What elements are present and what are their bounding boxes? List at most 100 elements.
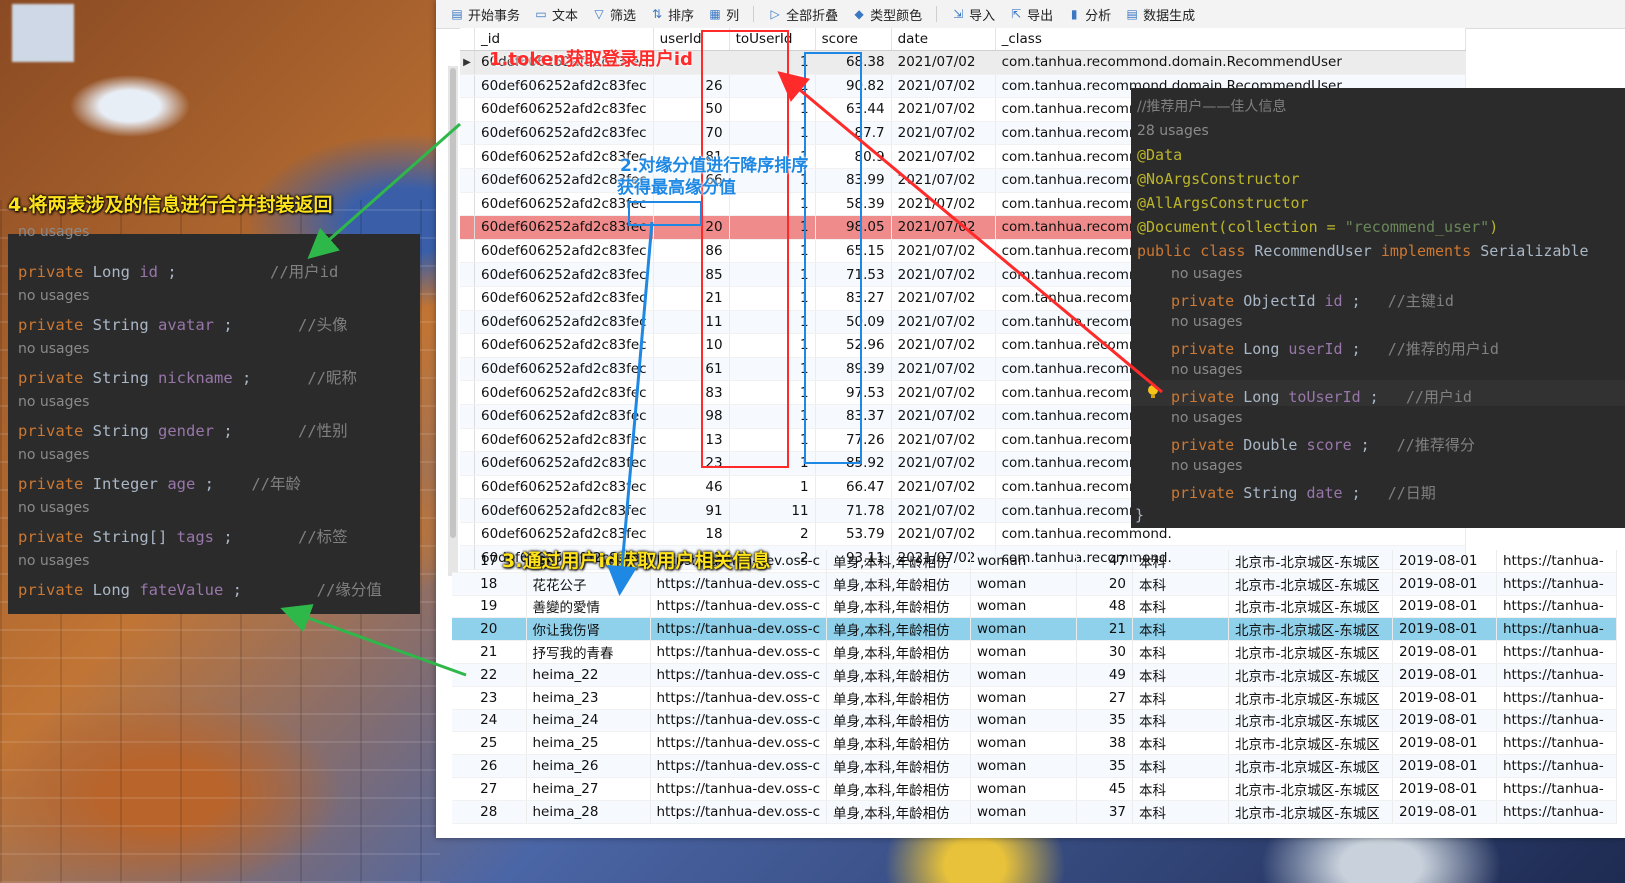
table-cell[interactable]: 60def606252afd2c83fec xyxy=(474,215,654,240)
row-indicator[interactable] xyxy=(460,144,475,169)
table-cell[interactable]: 60def606252afd2c83fec xyxy=(474,380,654,405)
table-cell[interactable]: 60def606252afd2c83fec xyxy=(474,357,654,382)
table-cell[interactable]: 18 xyxy=(452,572,527,596)
table-cell[interactable]: 24 xyxy=(452,709,527,733)
table-cell[interactable]: 善變的愛情 xyxy=(526,595,651,619)
table-cell[interactable]: https://tanhua-dev.oss-c xyxy=(650,800,827,824)
table-cell[interactable]: 2019-08-01 xyxy=(1392,754,1497,778)
table-cell[interactable]: woman xyxy=(970,595,1077,619)
table-cell[interactable]: 28 xyxy=(452,800,527,824)
table-cell[interactable]: 北京市-北京城区-东城区 xyxy=(1228,640,1393,664)
table-cell[interactable]: 本科 xyxy=(1132,777,1229,801)
table-cell[interactable]: 60def606252afd2c83fec xyxy=(474,451,654,476)
toolbar-text-button[interactable]: ▭ 文本 xyxy=(534,5,578,24)
table-cell[interactable]: 本科 xyxy=(1132,754,1229,778)
table-cell[interactable]: heima_22 xyxy=(526,663,651,687)
table-cell[interactable]: https://tanhua- xyxy=(1496,686,1617,710)
table-cell[interactable]: 单身,本科,年龄相仿 xyxy=(826,800,971,824)
table-cell[interactable]: 46 xyxy=(653,475,730,500)
table-cell[interactable]: https://tanhua- xyxy=(1496,640,1617,664)
table-cell[interactable]: 60def606252afd2c83fec xyxy=(474,404,654,429)
table-cell[interactable]: heima_26 xyxy=(526,754,651,778)
table-cell[interactable]: heima_28 xyxy=(526,800,651,824)
table-cell[interactable]: heima_24 xyxy=(526,709,651,733)
table-cell[interactable]: 北京市-北京城区-东城区 xyxy=(1228,731,1393,756)
table-cell[interactable]: 2021/07/02 xyxy=(891,428,996,453)
table-cell[interactable]: 20 xyxy=(452,617,527,642)
table-cell[interactable]: 2021/07/02 xyxy=(891,144,996,169)
table-cell[interactable]: 60def606252afd2c83fec xyxy=(474,74,654,99)
table-cell[interactable]: 本科 xyxy=(1132,731,1229,756)
table-cell[interactable]: https://tanhua- xyxy=(1496,663,1617,687)
table-cell[interactable]: 27 xyxy=(452,777,527,801)
table-cell[interactable]: 18 xyxy=(653,522,730,547)
table-cell[interactable]: 48 xyxy=(1076,595,1133,619)
row-indicator[interactable] xyxy=(460,192,475,217)
table-cell[interactable]: https://tanhua- xyxy=(1496,595,1617,619)
toolbar-sort-button[interactable]: ⇅ 排序 xyxy=(650,5,694,24)
table-cell[interactable]: 1 xyxy=(729,475,816,500)
table-row[interactable]: 22 heima_22 https://tanhua-dev.oss-c 单身,本科,… xyxy=(452,663,1617,687)
table-cell[interactable]: 北京市-北京城区-东城区 xyxy=(1228,777,1393,801)
row-indicator[interactable] xyxy=(460,168,475,193)
table-cell[interactable]: 60def606252afd2c83fec xyxy=(474,121,654,146)
table-cell[interactable]: 本科 xyxy=(1132,572,1229,596)
table-cell[interactable]: 单身,本科,年龄相仿 xyxy=(826,663,971,687)
table-cell[interactable]: woman xyxy=(970,572,1077,596)
row-indicator[interactable] xyxy=(460,74,475,99)
table-cell[interactable]: woman xyxy=(970,686,1077,710)
column-header-score[interactable]: score xyxy=(815,28,892,51)
table-cell[interactable]: 2019-08-01 xyxy=(1392,595,1497,619)
table-cell[interactable]: 单身,本科,年龄相仿 xyxy=(826,550,971,573)
table-cell[interactable]: 花花公子 xyxy=(526,572,651,596)
table-cell[interactable]: 你让我伤肾 xyxy=(526,617,651,642)
table-cell[interactable]: https://tanhua-dev.oss-c xyxy=(650,731,827,756)
toolbar-import-button[interactable]: ⇲ 导入 xyxy=(951,5,995,24)
table-cell[interactable]: https://tanhua-dev.oss-c xyxy=(650,572,827,596)
table-cell[interactable]: 本科 xyxy=(1132,550,1229,573)
table-cell[interactable]: 本科 xyxy=(1132,709,1229,733)
table-cell[interactable]: woman xyxy=(970,731,1077,756)
table-cell[interactable]: 2019-08-01 xyxy=(1392,777,1497,801)
table-cell[interactable]: 60def606252afd2c83fec xyxy=(474,522,654,547)
table-cell[interactable]: 60def606252afd2c83fec xyxy=(474,286,654,311)
table-cell[interactable]: https://tanhua- xyxy=(1496,777,1617,801)
table-cell[interactable]: 2021/07/02 xyxy=(891,451,996,476)
table-cell[interactable]: woman xyxy=(970,550,1077,573)
toolbar-fold-button[interactable]: ▷ 全部折叠 xyxy=(768,5,838,24)
table-cell[interactable]: https://tanhua-dev.oss-c xyxy=(650,754,827,778)
column-header-date[interactable]: date xyxy=(891,28,996,51)
table-cell[interactable]: 单身,本科,年龄相仿 xyxy=(826,731,971,756)
table-cell[interactable]: 北京市-北京城区-东城区 xyxy=(1228,663,1393,687)
table-cell[interactable]: 53.79 xyxy=(815,522,892,547)
table-cell[interactable]: 35 xyxy=(1076,709,1133,733)
table-cell[interactable]: https://tanhua- xyxy=(1496,800,1617,824)
table-cell[interactable]: com.tanhua.recommond.domain.RecommendUse… xyxy=(995,50,1466,75)
table-cell[interactable]: https://tanhua-dev.oss-c xyxy=(650,686,827,710)
table-cell[interactable]: 23 xyxy=(452,686,527,710)
table-row[interactable]: 19 善變的愛情 https://tanhua-dev.oss-c 单身,本科,年龄相… xyxy=(452,595,1617,619)
table-cell[interactable]: 2019-08-01 xyxy=(1392,663,1497,687)
table-cell[interactable]: https://tanhua- xyxy=(1496,572,1617,596)
table-cell[interactable]: 35 xyxy=(1076,754,1133,778)
row-indicator[interactable] xyxy=(460,333,475,358)
row-indicator[interactable] xyxy=(460,215,475,240)
table-cell[interactable]: 单身,本科,年龄相仿 xyxy=(826,595,971,619)
table-cell[interactable]: 22 xyxy=(452,663,527,687)
table-cell[interactable]: 北京市-北京城区-东城区 xyxy=(1228,595,1393,619)
table-cell[interactable]: 2021/07/02 xyxy=(891,121,996,146)
row-indicator[interactable] xyxy=(460,310,475,335)
table-cell[interactable]: 北京市-北京城区-东城区 xyxy=(1228,800,1393,824)
table-cell[interactable]: 2021/07/02 xyxy=(891,168,996,193)
table-cell[interactable]: 2021/07/02 xyxy=(891,475,996,500)
table-cell[interactable]: 60def606252afd2c83fec xyxy=(474,97,654,122)
table-cell[interactable]: 2021/07/02 xyxy=(891,333,996,358)
row-indicator[interactable] xyxy=(460,121,475,146)
table-cell[interactable]: 2021/07/02 xyxy=(891,310,996,335)
table-cell[interactable]: https://tanhua- xyxy=(1496,754,1617,778)
table-cell[interactable]: 2019-08-01 xyxy=(1392,709,1497,733)
vertical-scrollbar[interactable] xyxy=(448,66,458,576)
table-cell[interactable]: 60def606252afd2c83fec xyxy=(474,262,654,287)
row-indicator[interactable] xyxy=(460,97,475,122)
table-cell[interactable]: 60def606252afd2c83fec xyxy=(474,239,654,264)
